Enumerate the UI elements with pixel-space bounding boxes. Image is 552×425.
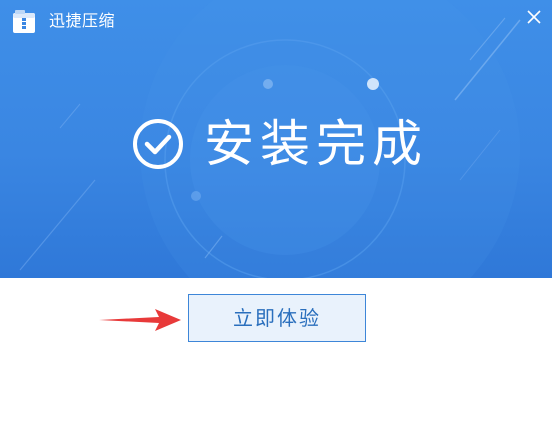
install-complete-hero: 安装完成	[130, 108, 428, 180]
installer-window: 迅捷压缩 安装完成 立即体验	[0, 0, 552, 425]
banner: 迅捷压缩 安装完成	[0, 0, 552, 278]
close-icon[interactable]	[523, 6, 545, 28]
check-circle-icon	[133, 119, 183, 169]
install-complete-text: 安装完成	[204, 115, 428, 173]
start-now-button[interactable]: 立即体验	[188, 294, 366, 342]
arrow-pointer-icon	[99, 309, 181, 331]
app-logo-icon	[13, 10, 35, 33]
app-title: 迅捷压缩	[49, 11, 116, 30]
title-bar: 迅捷压缩	[0, 0, 552, 40]
